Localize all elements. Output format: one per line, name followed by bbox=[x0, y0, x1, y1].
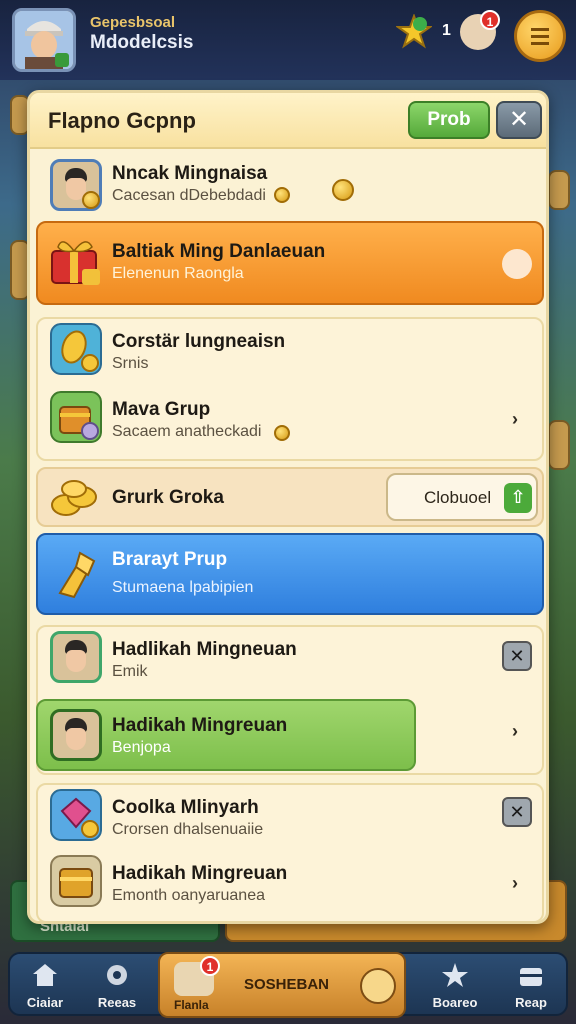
star-icon[interactable] bbox=[396, 14, 432, 50]
coin-icon bbox=[274, 425, 290, 441]
star-icon bbox=[442, 963, 468, 987]
avatar-boy-icon bbox=[50, 631, 102, 683]
list-item[interactable]: Grurk Groka Clobuoel ⇧ bbox=[36, 467, 544, 527]
panel-header: Flapno Gcpnp Prob ✕ bbox=[30, 93, 546, 149]
gear-icon bbox=[107, 965, 127, 985]
list-item[interactable]: Nncak Mingnaisa Cacesan dDebebdadi bbox=[38, 153, 544, 217]
gold-coin-icon bbox=[50, 323, 102, 375]
list-item[interactable]: Hadikah Mingreuan Emonth oanyaruanea › bbox=[38, 853, 544, 917]
chevron-right-icon[interactable]: › bbox=[512, 721, 518, 742]
row-subtitle: Elenenun Raongla bbox=[112, 265, 244, 282]
nav-center-label: SOSHEBAN bbox=[244, 976, 330, 993]
nav-label: Reap bbox=[515, 995, 547, 1010]
list-item[interactable]: Corstär lungneaisn Srnis bbox=[38, 321, 544, 385]
panel-title: Flapno Gcpnp bbox=[48, 108, 196, 133]
remove-button[interactable]: ✕ bbox=[502, 641, 532, 671]
remove-button[interactable]: ✕ bbox=[502, 797, 532, 827]
row-title: Hadlikah Mingneuan bbox=[112, 639, 297, 660]
row-subtitle: Stumaena lpabipien bbox=[112, 579, 254, 596]
primary-button[interactable]: Prob bbox=[408, 101, 490, 139]
nav-item-star[interactable]: Boareo bbox=[420, 954, 490, 1018]
side-decor bbox=[548, 420, 570, 470]
list-item[interactable]: Hadlikah Mingneuan Emik ✕ bbox=[38, 629, 544, 693]
nav-label: Reeas bbox=[97, 995, 137, 1010]
coin-icon bbox=[332, 179, 354, 201]
bottom-nav: Ciaiar Reeas 1 Flanla SOSHEBAN Boareo Re… bbox=[8, 952, 568, 1018]
menu-button[interactable] bbox=[514, 10, 566, 62]
close-button[interactable]: ✕ bbox=[496, 101, 542, 139]
star-count: 1 bbox=[442, 22, 451, 39]
top-bar: Gepesbsoal Mdodelcsis 1 1 bbox=[0, 0, 576, 80]
row-title: Coolka Mlinyarh bbox=[112, 797, 259, 818]
row-title: Brarayt Prup bbox=[112, 549, 228, 570]
list-item-highlight[interactable]: Hadikah Mingreuan Benjopa bbox=[36, 699, 416, 771]
row-subtitle: Srnis bbox=[112, 355, 149, 372]
golden-key-icon bbox=[58, 551, 96, 599]
row-subtitle: Crorsen dhalsenuaiie bbox=[112, 821, 264, 838]
cookie-icon[interactable] bbox=[502, 249, 532, 279]
list-item-highlight[interactable]: Brarayt Prup Stumaena lpabipien bbox=[36, 533, 544, 615]
clock-icon[interactable] bbox=[360, 968, 396, 1004]
player-name: Mdodelcsis bbox=[90, 32, 194, 53]
avatar-boy-icon bbox=[50, 709, 102, 761]
row-title: Grurk Groka bbox=[112, 487, 224, 508]
group-action-button[interactable]: Clobuoel ⇧ bbox=[386, 473, 538, 521]
nav-center-panel[interactable]: 1 Flanla SOSHEBAN bbox=[158, 952, 406, 1018]
side-decor bbox=[548, 170, 570, 210]
chevron-right-icon[interactable]: › bbox=[512, 873, 518, 894]
coin-stack-icon bbox=[51, 480, 97, 516]
row-subtitle: Emik bbox=[112, 663, 148, 680]
list-item-highlight[interactable]: Baltiak Ming Danlaeuan Elenenun Raongla bbox=[36, 221, 544, 305]
list-item[interactable]: Mava Grup Sacaem anatheckadi › bbox=[38, 389, 544, 453]
avatar-boy-icon bbox=[15, 11, 73, 69]
nav-badge: 1 bbox=[200, 956, 220, 976]
row-title: Baltiak Ming Danlaeuan bbox=[112, 241, 326, 262]
row-title: Corstär lungneaisn bbox=[112, 331, 286, 352]
pink-gem-icon bbox=[50, 789, 102, 841]
nav-label: Flanla bbox=[174, 998, 209, 1012]
gift-box-icon bbox=[51, 241, 100, 285]
list-item[interactable]: Coolka Mlinyarh Crorsen dhalsenuaiie ✕ bbox=[38, 787, 544, 851]
upload-icon: ⇧ bbox=[504, 483, 532, 513]
row-title: Hadikah Mingreuan bbox=[112, 715, 288, 736]
notification-badge: 1 bbox=[480, 10, 500, 30]
nav-item-reap[interactable]: Reap bbox=[496, 954, 566, 1018]
row-title: Nncak Mingnaisa bbox=[112, 163, 268, 184]
coin-icon bbox=[274, 187, 290, 203]
nav-item-home[interactable]: Ciaiar bbox=[10, 954, 80, 1018]
treasure-chest-icon bbox=[50, 855, 102, 907]
row-subtitle: Benjopa bbox=[112, 739, 171, 756]
nav-item-settings[interactable]: Reeas bbox=[82, 954, 152, 1018]
row-subtitle: Cacesan dDebebdadi bbox=[112, 187, 266, 204]
treasure-chest-icon bbox=[50, 391, 102, 443]
treasure-icon bbox=[520, 968, 542, 986]
group-action-label: Clobuoel bbox=[424, 488, 492, 507]
row-title: Hadikah Mingreuan bbox=[112, 863, 288, 884]
chevron-right-icon[interactable]: › bbox=[512, 409, 518, 430]
row-subtitle: Sacaem anatheckadi bbox=[112, 423, 262, 440]
row-title: Mava Grup bbox=[112, 399, 211, 420]
nav-label: Boareo bbox=[432, 995, 478, 1010]
player-avatar[interactable] bbox=[12, 8, 76, 72]
coin-icon bbox=[82, 191, 100, 209]
group-panel: Flapno Gcpnp Prob ✕ Nncak Mingnaisa Cace… bbox=[27, 90, 549, 924]
row-subtitle: Emonth oanyaruanea bbox=[112, 887, 265, 904]
home-icon bbox=[33, 964, 57, 986]
nav-label: Ciaiar bbox=[26, 995, 64, 1010]
player-title: Gepesbsoal bbox=[90, 14, 176, 31]
